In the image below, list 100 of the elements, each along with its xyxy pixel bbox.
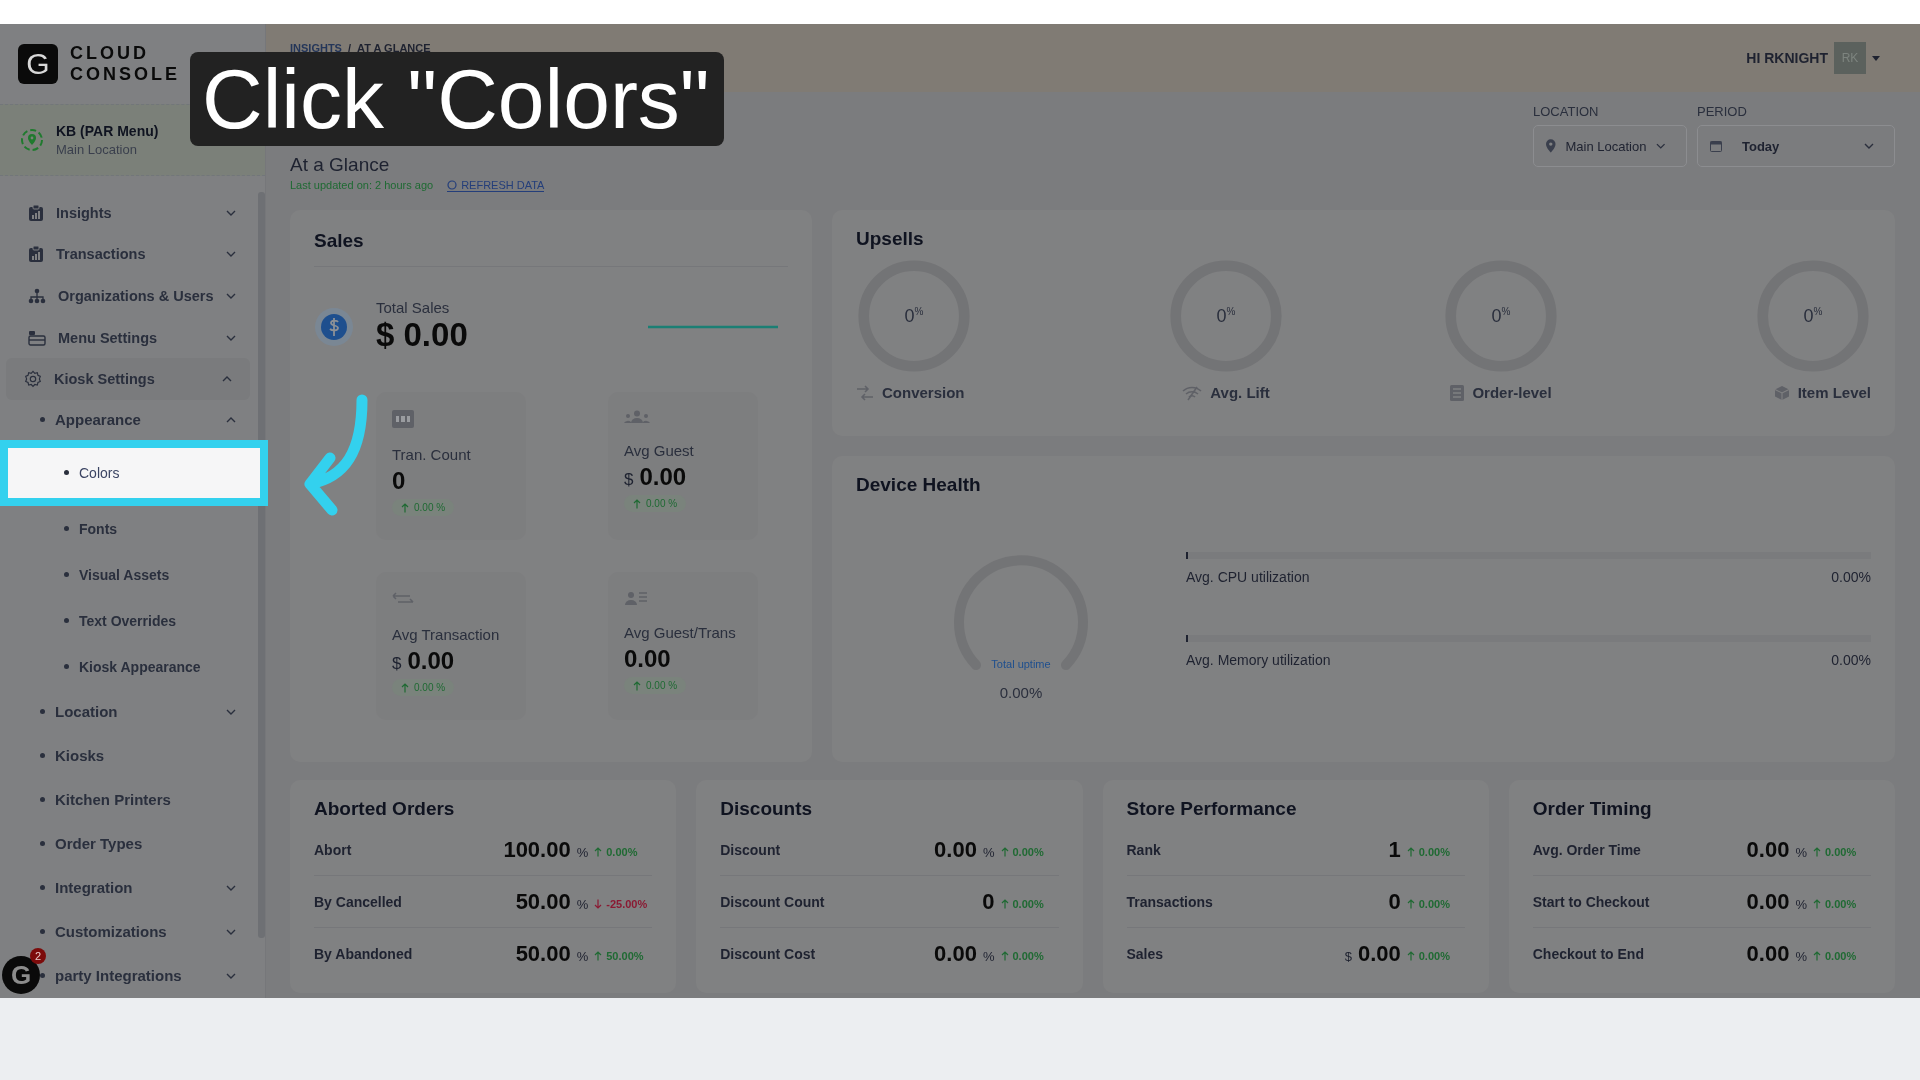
nav-item[interactable]: Menu Settings	[6, 316, 254, 359]
arrow-up-icon	[1000, 898, 1009, 909]
stat-value: 0	[1388, 888, 1401, 915]
gauge-value: 0$^{%}$	[1803, 305, 1823, 327]
caret-icon[interactable]	[1872, 55, 1880, 61]
arrow-down-icon	[594, 898, 603, 909]
nav-subitem[interactable]: Text Overrides	[6, 597, 254, 644]
total-sales-value: $ 0.00	[376, 316, 469, 354]
metric-label: Avg Transaction	[392, 626, 500, 643]
nav-item[interactable]: Organizations & Users	[6, 275, 254, 317]
bullet-icon	[64, 470, 69, 476]
nav-subitem[interactable]: Appearance	[40, 399, 254, 440]
chevron-down-icon	[226, 209, 236, 216]
bullet-icon	[64, 618, 69, 624]
metric-value: 0.00	[624, 645, 671, 673]
gauge-label: Avg. Lift	[1210, 384, 1270, 401]
clipboard-chart-icon	[28, 245, 44, 264]
arrow-up-icon	[401, 502, 409, 513]
metric-value: 0	[392, 467, 406, 495]
change-value: 50.00%	[594, 949, 653, 962]
stat-value: 100.00	[503, 836, 571, 863]
nav-item[interactable]: Transactions	[6, 233, 254, 276]
nav-subitem[interactable]: Fonts	[6, 505, 254, 552]
nav-subitem[interactable]: Kiosk Appearance	[6, 643, 254, 690]
chevron-down-icon	[1864, 143, 1874, 149]
dropdown[interactable]: Main Location	[1533, 125, 1687, 167]
unit-label: %	[1795, 948, 1807, 964]
person-list-icon	[624, 590, 648, 606]
bullet-icon	[64, 526, 69, 532]
logo-mark: G	[18, 44, 58, 84]
metric-value: 0.00	[639, 463, 687, 491]
scrollbar[interactable]	[258, 192, 265, 938]
stat-label: Start to Checkout	[1532, 893, 1650, 910]
nav-subitem[interactable]: Colors	[0, 439, 268, 506]
nav-subitem[interactable]: Kiosks	[40, 733, 254, 778]
location-pin-icon	[1546, 139, 1556, 153]
meter-label: Avg. Memory utilization	[1186, 652, 1331, 668]
breadcrumb-item[interactable]: INSIGHTS	[290, 42, 342, 54]
stat-label: Checkout to End	[1532, 945, 1644, 962]
metric-label: Avg Guest	[624, 442, 694, 459]
nav-subitem[interactable]: Visual Assets	[6, 551, 254, 598]
gauge-value: 0$^{%}$	[1216, 305, 1236, 327]
dollar-icon	[314, 306, 354, 347]
brand-name: CLOUD	[70, 43, 150, 64]
stat-label: By Cancelled	[314, 893, 402, 910]
nav-item[interactable]: Insights	[6, 192, 254, 234]
change-value: 0.00%	[1813, 949, 1871, 962]
last-updated-text: Last updated on: 2 hours ago	[290, 179, 434, 192]
calendar-icon	[1710, 140, 1722, 152]
chevron-down-icon	[226, 251, 236, 258]
dropdown[interactable]: Today	[1697, 125, 1895, 167]
nav-item[interactable]: Kiosk Settings	[6, 358, 250, 400]
list-icon	[1450, 384, 1465, 401]
arrow-up-icon	[1813, 846, 1821, 857]
card-title: Order Timing	[1532, 798, 1653, 820]
signal-icon	[1182, 384, 1203, 401]
unit-label: %	[576, 948, 589, 964]
breadcrumb-item: AT A GLANCE	[357, 42, 431, 54]
currency-sign: $	[392, 654, 402, 674]
number-icon	[392, 410, 414, 428]
stat-value: 50.00	[515, 888, 571, 915]
arrow-up-icon	[1406, 846, 1415, 857]
change-value: 0.00%	[1406, 897, 1465, 910]
metric-label: Avg Guest/Trans	[624, 624, 736, 641]
change-value: -25.00%	[594, 897, 653, 910]
notification-badge: 2	[30, 948, 46, 964]
gauge-value: 0$^{%}$	[1491, 305, 1511, 327]
bullet-icon	[40, 885, 45, 891]
change-value: 0.00%	[1813, 845, 1871, 858]
unit-label: %	[1795, 844, 1807, 860]
bullet-icon	[40, 973, 45, 979]
breadcrumb-separator: /	[347, 42, 351, 54]
bullet-icon	[40, 797, 45, 803]
bullet-icon	[40, 841, 45, 847]
stat-value: 50.00	[515, 940, 571, 967]
page-title: At a Glance	[290, 154, 391, 176]
chevron-down-icon	[226, 293, 236, 299]
nav-subitem[interactable]: Kitchen Printers	[40, 777, 254, 822]
unit-label: %	[982, 844, 995, 860]
stat-value: 0	[982, 888, 995, 915]
metric-value: 0.00	[407, 647, 455, 675]
arrow-up-icon	[1000, 950, 1009, 961]
arrow-up-icon	[1813, 898, 1821, 909]
refresh-link[interactable]: REFRESH DATA	[447, 179, 545, 192]
change-badge: 0.00 %	[624, 677, 687, 694]
location-subtitle: Main Location	[56, 142, 138, 157]
filter-label: LOCATION	[1533, 104, 1600, 119]
currency-sign: $	[624, 470, 634, 490]
nav-subitem[interactable]: Integration	[40, 865, 254, 910]
nav-subitem[interactable]: Order Types	[40, 821, 254, 866]
meter-reading: 0.00%	[1831, 652, 1871, 668]
gauge-value: 0$^{%}$	[904, 305, 924, 327]
stat-label: Rank	[1126, 841, 1161, 858]
unit-label: %	[1795, 896, 1807, 912]
nav-subitem[interactable]: Location	[40, 689, 254, 734]
gauge-label: Conversion	[882, 384, 965, 401]
arrow-up-icon	[594, 846, 603, 857]
unit-label: %	[576, 896, 589, 912]
group-icon	[624, 410, 650, 424]
change-value: 0.00%	[594, 845, 653, 858]
